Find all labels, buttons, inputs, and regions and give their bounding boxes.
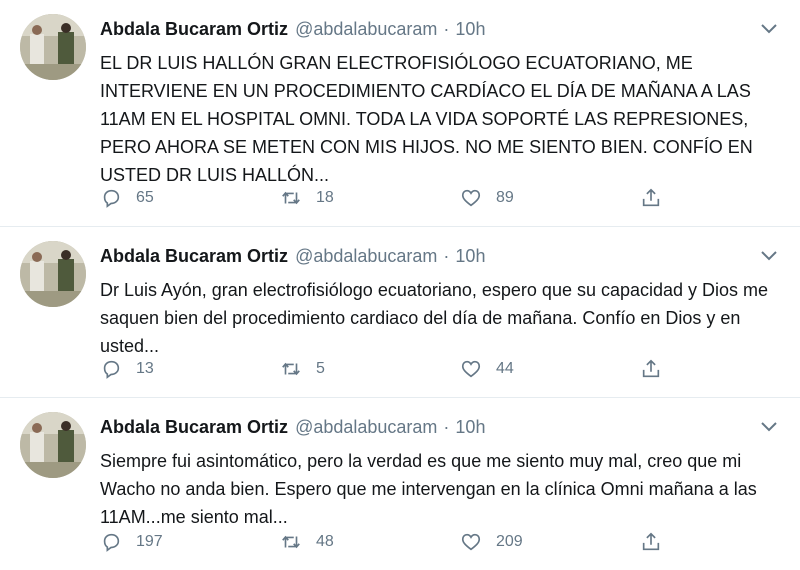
user-handle[interactable]: @abdalabucaram (295, 17, 437, 41)
tweet-feed: Abdala Bucaram Ortiz @abdalabucaram · 10… (0, 0, 800, 570)
timestamp[interactable]: 10h (455, 244, 485, 268)
tweet[interactable]: Abdala Bucaram Ortiz @abdalabucaram · 10… (0, 0, 800, 227)
display-name[interactable]: Abdala Bucaram Ortiz (100, 244, 288, 268)
tweet-text: EL DR LUIS HALLÓN GRAN ELECTROFISIÓLOGO … (100, 53, 753, 185)
user-handle[interactable]: @abdalabucaram (295, 244, 437, 268)
retweet-button[interactable]: 5 (280, 357, 325, 381)
timestamp[interactable]: 10h (455, 415, 485, 439)
tweet-text: Siempre fui asintomático, pero la verdad… (100, 451, 757, 527)
like-button[interactable]: 44 (460, 357, 514, 381)
like-button[interactable]: 89 (460, 186, 514, 210)
separator: · (443, 417, 450, 437)
like-count: 89 (496, 189, 514, 206)
timestamp[interactable]: 10h (455, 17, 485, 41)
reply-count: 197 (136, 533, 163, 550)
heart-icon (461, 189, 481, 207)
tweet[interactable]: Abdala Bucaram Ortiz @abdalabucaram · 10… (0, 227, 800, 398)
separator: · (443, 246, 450, 266)
share-icon (642, 188, 660, 207)
like-count: 44 (496, 360, 514, 377)
retweet-count: 18 (316, 189, 334, 206)
user-handle[interactable]: @abdalabucaram (295, 415, 437, 439)
share-button[interactable] (640, 357, 662, 381)
tweet-header: Abdala Bucaram Ortiz @abdalabucaram · 10… (100, 415, 485, 439)
tweet[interactable]: Abdala Bucaram Ortiz @abdalabucaram · 10… (0, 398, 800, 570)
reply-button[interactable]: 13 (100, 357, 154, 381)
avatar[interactable] (20, 14, 86, 80)
tweet-actions: 65 18 89 (100, 186, 680, 210)
tweet-text: Dr Luis Ayón, gran electrofisiólogo ecua… (100, 280, 769, 356)
tweet-header: Abdala Bucaram Ortiz @abdalabucaram · 10… (100, 17, 485, 41)
retweet-icon (282, 535, 300, 549)
reply-count: 13 (136, 360, 154, 377)
heart-icon (461, 360, 481, 378)
retweet-icon (282, 191, 300, 205)
heart-icon (461, 533, 481, 551)
tweet-actions: 13 5 44 (100, 357, 680, 381)
share-icon (642, 359, 660, 378)
reply-icon (103, 533, 120, 552)
tweet-header: Abdala Bucaram Ortiz @abdalabucaram · 10… (100, 244, 485, 268)
share-button[interactable] (640, 186, 662, 210)
retweet-button[interactable]: 18 (280, 186, 334, 210)
like-count: 209 (496, 533, 523, 550)
reply-count: 65 (136, 189, 154, 206)
reply-button[interactable]: 197 (100, 530, 163, 554)
reply-button[interactable]: 65 (100, 186, 154, 210)
like-button[interactable]: 209 (460, 530, 523, 554)
chevron-down-icon[interactable] (760, 22, 778, 34)
tweet-actions: 197 48 209 (100, 530, 680, 554)
display-name[interactable]: Abdala Bucaram Ortiz (100, 17, 288, 41)
avatar[interactable] (20, 412, 86, 478)
retweet-icon (282, 362, 300, 376)
avatar[interactable] (20, 241, 86, 307)
share-button[interactable] (640, 530, 662, 554)
retweet-count: 48 (316, 533, 334, 550)
retweet-count: 5 (316, 360, 325, 377)
display-name[interactable]: Abdala Bucaram Ortiz (100, 415, 288, 439)
separator: · (443, 19, 450, 39)
reply-icon (103, 360, 120, 379)
share-icon (642, 532, 660, 551)
retweet-button[interactable]: 48 (280, 530, 334, 554)
reply-icon (103, 189, 120, 208)
chevron-down-icon[interactable] (760, 249, 778, 261)
chevron-down-icon[interactable] (760, 420, 778, 432)
